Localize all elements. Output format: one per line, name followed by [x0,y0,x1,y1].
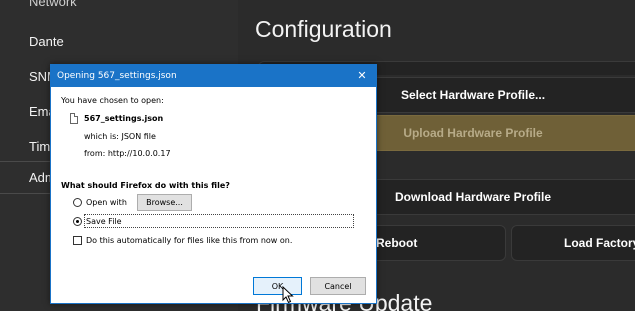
page-title: Configuration [255,16,392,42]
browse-button[interactable]: Browse... [137,194,192,211]
file-icon [70,113,78,124]
save-file-focus-ring [84,214,354,228]
sidebar-item-dante[interactable]: Dante [0,26,238,58]
save-file-label[interactable]: Save File [86,217,122,226]
dialog-title: Opening 567_settings.json [57,71,177,81]
file-name: 567_settings.json [84,114,164,123]
auto-action-checkbox[interactable] [73,236,82,245]
auto-action-label[interactable]: Do this automatically for files like thi… [86,236,292,245]
close-icon[interactable]: ✕ [354,68,370,84]
file-open-dialog: Opening 567_settings.json ✕ You have cho… [50,64,377,304]
cancel-button[interactable]: Cancel [310,277,366,295]
mouse-cursor-icon [282,286,294,304]
action-question: What should Firefox do with this file? [61,181,230,190]
file-source: from: http://10.0.0.17 [84,149,171,158]
open-with-label[interactable]: Open with [86,198,127,207]
load-factory-button[interactable]: Load Factory [511,225,635,261]
file-type: which is: JSON file [84,132,156,141]
dialog-titlebar: Opening 567_settings.json ✕ [51,65,376,87]
chosen-to-open-text: You have chosen to open: [61,96,164,105]
save-file-radio[interactable] [73,217,82,226]
open-with-radio[interactable] [73,198,82,207]
sidebar-item-network[interactable]: Network [0,0,238,18]
